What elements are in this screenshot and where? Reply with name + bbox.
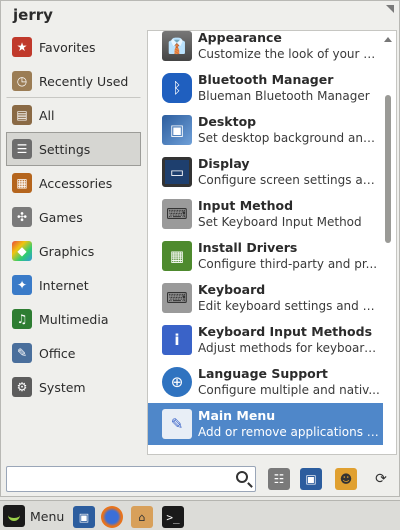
app-description: Configure screen settings an... [198, 172, 380, 187]
app-bluetooth-manager[interactable]: ᛒ Bluetooth Manager Blueman Bluetooth Ma… [148, 67, 383, 109]
app-language-support[interactable]: ⊕ Language Support Configure multiple an… [148, 361, 383, 403]
app-title: Main Menu [198, 407, 276, 423]
menu-corner-icon[interactable] [386, 5, 394, 13]
category-label: Graphics [39, 243, 95, 259]
category-settings[interactable]: ☰ Settings [6, 132, 141, 166]
category-graphics[interactable]: ◆ Graphics [6, 234, 141, 268]
scrollbar-thumb[interactable] [385, 95, 391, 243]
keyboard-icon: ⌨ [162, 283, 192, 313]
app-install-drivers[interactable]: ▦ Install Drivers Configure third-party … [148, 235, 383, 277]
category-recently-used[interactable]: ◷ Recently Used [6, 64, 141, 98]
category-label: Office [39, 345, 76, 361]
app-title: Display [198, 155, 250, 171]
app-title: Keyboard [198, 281, 266, 297]
category-list: ★ Favorites ◷ Recently Used ▤ All ☰ Sett… [6, 30, 141, 404]
category-accessories[interactable]: ▦ Accessories [6, 166, 141, 200]
app-description: Adjust methods for keyboard... [198, 340, 380, 355]
scroll-up-arrow-icon[interactable] [384, 37, 392, 42]
app-title: Desktop [198, 113, 257, 129]
app-title: Appearance [198, 30, 282, 45]
search-box[interactable] [6, 466, 256, 492]
app-description: Configure third-party and pr... [198, 256, 378, 271]
recently-used-icon: ◷ [12, 71, 32, 91]
firefox-icon[interactable] [101, 506, 123, 528]
app-main-menu[interactable]: ✎ Main Menu Add or remove applications f… [148, 403, 383, 445]
category-all[interactable]: ▤ All [6, 98, 141, 132]
driver-chip-icon: ▦ [162, 241, 192, 271]
app-description: Add or remove applications f... [198, 424, 380, 439]
app-title: Language Support [198, 365, 328, 381]
menu-button-label: Menu [30, 508, 65, 524]
app-title: Bluetooth Manager [198, 71, 334, 87]
all-icon: ▤ [12, 105, 32, 125]
search-input[interactable] [7, 467, 227, 491]
office-icon: ✎ [12, 343, 32, 363]
app-description: Configure multiple and nativ... [198, 382, 380, 397]
application-list[interactable]: 👔 Appearance Customize the look of your … [147, 30, 397, 455]
category-label: Favorites [39, 39, 96, 55]
info-icon: i [162, 325, 192, 355]
category-favorites[interactable]: ★ Favorites [6, 30, 141, 64]
app-description: Customize the look of your d... [198, 46, 380, 61]
show-desktop-icon[interactable]: ▣ [73, 506, 95, 528]
category-games[interactable]: ✣ Games [6, 200, 141, 234]
games-icon: ✣ [12, 207, 32, 227]
settings-icon: ☰ [12, 139, 32, 159]
accessories-icon: ▦ [12, 173, 32, 193]
graphics-icon: ◆ [12, 241, 32, 261]
category-label: Recently Used [39, 73, 129, 89]
application-menu: jerry ★ Favorites ◷ Recently Used ▤ All … [0, 0, 400, 497]
app-appearance[interactable]: 👔 Appearance Customize the look of your … [148, 30, 383, 67]
menu-logo-icon [3, 505, 25, 527]
mixer-settings-icon[interactable]: ☷ [268, 468, 290, 490]
category-label: System [39, 379, 86, 395]
category-office[interactable]: ✎ Office [6, 336, 141, 370]
category-multimedia[interactable]: ♫ Multimedia [6, 302, 141, 336]
power-icon[interactable]: ⟳ [370, 468, 392, 490]
category-label: Multimedia [39, 311, 109, 327]
search-icon[interactable] [236, 471, 248, 483]
category-system[interactable]: ⚙ System [6, 370, 141, 404]
user-icon[interactable]: ☻ [335, 468, 357, 490]
app-input-method[interactable]: ⌨ Input Method Set Keyboard Input Method [148, 193, 383, 235]
display-icon: ▭ [162, 157, 192, 187]
category-label: Accessories [39, 175, 113, 191]
lock-screen-icon[interactable]: ▣ [300, 468, 322, 490]
app-keyboard-input-methods[interactable]: i Keyboard Input Methods Adjust methods … [148, 319, 383, 361]
taskbar: Menu ▣ ⌂ >_ [0, 500, 400, 530]
favorites-icon: ★ [12, 37, 32, 57]
app-title: Install Drivers [198, 239, 298, 255]
category-label: Games [39, 209, 83, 225]
category-label: Internet [39, 277, 89, 293]
category-label: Settings [39, 141, 91, 157]
bluetooth-icon: ᛒ [162, 73, 192, 103]
terminal-icon[interactable]: >_ [162, 506, 184, 528]
desktop-icon: ▣ [162, 115, 192, 145]
menu-button[interactable]: Menu [3, 504, 64, 528]
system-icon: ⚙ [12, 377, 32, 397]
app-description: Set desktop background and ... [198, 130, 380, 145]
home-folder-icon[interactable]: ⌂ [131, 506, 153, 528]
multimedia-icon: ♫ [12, 309, 32, 329]
app-desktop[interactable]: ▣ Desktop Set desktop background and ... [148, 109, 383, 151]
globe-icon: ⊕ [162, 367, 192, 397]
app-display[interactable]: ▭ Display Configure screen settings an..… [148, 151, 383, 193]
app-title: Keyboard Input Methods [198, 323, 373, 339]
app-title: Input Method [198, 197, 294, 213]
username-label: jerry [13, 6, 53, 24]
appearance-icon: 👔 [162, 31, 192, 61]
app-keyboard[interactable]: ⌨ Keyboard Edit keyboard settings and a.… [148, 277, 383, 319]
app-description: Set Keyboard Input Method [198, 214, 362, 229]
app-description: Edit keyboard settings and a... [198, 298, 380, 313]
app-description: Blueman Bluetooth Manager [198, 88, 370, 103]
menu-editor-icon: ✎ [162, 409, 192, 439]
category-label: All [39, 107, 55, 123]
category-internet[interactable]: ✦ Internet [6, 268, 141, 302]
internet-icon: ✦ [12, 275, 32, 295]
keyboard-icon: ⌨ [162, 199, 192, 229]
